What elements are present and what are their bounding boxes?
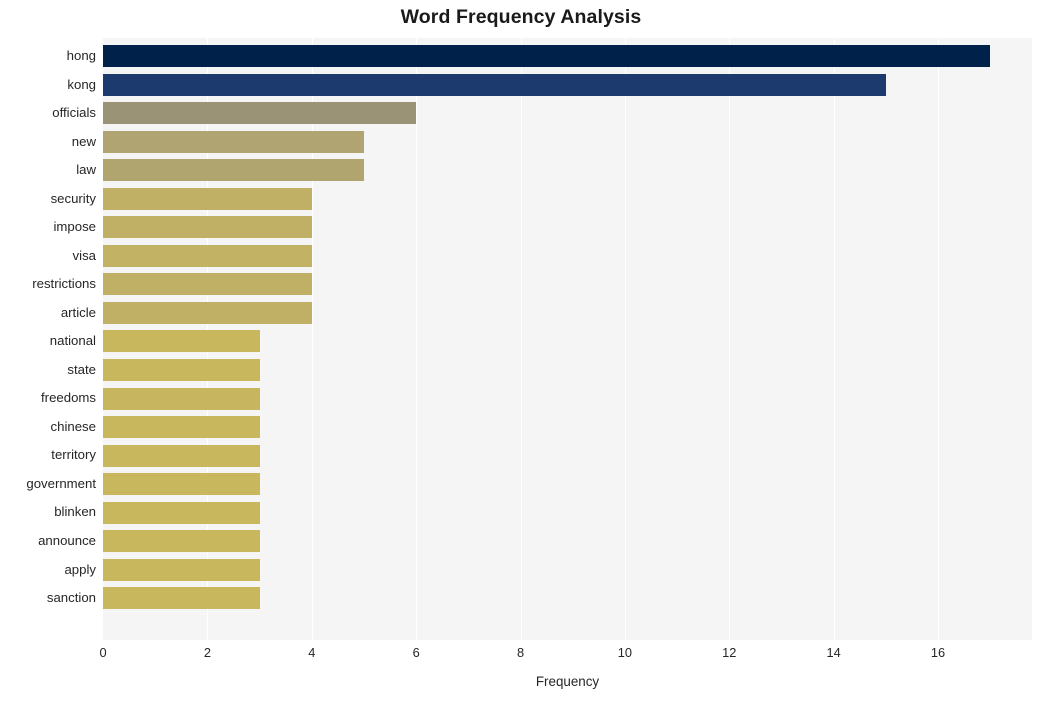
plot-area [103, 38, 1032, 640]
y-axis-tick-labels: hong kong officials new law security impose vis… [0, 38, 96, 640]
y-tick-label-sanction: sanction [46, 590, 96, 606]
x-tick-label-16: 16 [930, 645, 946, 660]
bar-row[interactable] [103, 556, 1032, 585]
x-tick-label-8: 8 [516, 645, 525, 660]
bar-row[interactable] [103, 498, 1032, 527]
y-tick-label-national: national [49, 333, 96, 349]
bar-row[interactable] [103, 42, 1032, 71]
bar-article[interactable] [103, 301, 312, 324]
bar-row[interactable] [103, 242, 1032, 271]
bar-state[interactable] [103, 359, 260, 382]
bar-row[interactable] [103, 71, 1032, 100]
y-tick-label-chinese: chinese [50, 418, 96, 434]
x-tick-label-0: 0 [99, 645, 107, 660]
bar-government[interactable] [103, 473, 260, 496]
y-tick-label-article: article [60, 304, 96, 320]
y-tick-label-hong: hong [66, 48, 96, 63]
bar-territory[interactable] [103, 444, 260, 467]
x-tick-label-6: 6 [412, 645, 420, 660]
y-tick-label-law: law [76, 162, 96, 178]
bar-row[interactable] [103, 270, 1032, 299]
bar-kong[interactable] [103, 73, 886, 96]
bar-national[interactable] [103, 330, 260, 353]
y-tick-label-state: state [67, 361, 96, 377]
bar-row[interactable] [103, 470, 1032, 499]
bar-restrictions[interactable] [103, 273, 312, 296]
chart-title: Word Frequency Analysis [400, 6, 642, 28]
x-tick-label-4: 4 [308, 645, 316, 660]
bar-officials[interactable] [103, 102, 417, 125]
bar-hong[interactable] [103, 45, 991, 68]
y-tick-label-announce: announce [38, 533, 96, 549]
bar-law[interactable] [103, 159, 364, 182]
bar-row[interactable] [103, 384, 1032, 413]
y-tick-label-new: new [71, 133, 96, 149]
x-tick-label-12: 12 [722, 645, 737, 660]
x-tick-label-2: 2 [203, 645, 211, 660]
y-tick-label-territory: territory [51, 447, 96, 463]
bar-row[interactable] [103, 213, 1032, 242]
x-axis-tick-labels: 0 2 4 6 8 10 12 14 16 [99, 645, 1032, 667]
bar-row[interactable] [103, 128, 1032, 157]
bars-container [103, 38, 1032, 640]
bar-row[interactable] [103, 441, 1032, 470]
bar-chinese[interactable] [103, 416, 260, 439]
bar-sanction[interactable] [103, 587, 260, 610]
bar-impose[interactable] [103, 216, 312, 239]
y-tick-label-security: security [50, 190, 96, 206]
bar-row[interactable] [103, 299, 1032, 328]
y-tick-label-government: government [26, 475, 96, 491]
bar-visa[interactable] [103, 244, 312, 267]
y-tick-label-blinken: blinken [54, 504, 96, 520]
y-tick-label-impose: impose [53, 219, 96, 235]
y-tick-label-apply: apply [64, 561, 96, 577]
bar-new[interactable] [103, 130, 364, 153]
y-tick-label-freedoms: freedoms [41, 390, 96, 406]
bar-row[interactable] [103, 527, 1032, 556]
bar-row[interactable] [103, 356, 1032, 385]
bar-blinken[interactable] [103, 501, 260, 524]
y-tick-label-kong: kong [67, 76, 96, 92]
bar-row[interactable] [103, 413, 1032, 442]
bar-apply[interactable] [103, 558, 260, 581]
bar-freedoms[interactable] [103, 387, 260, 410]
y-tick-label-restrictions: restrictions [32, 276, 96, 292]
x-tick-label-14: 14 [826, 645, 841, 660]
bar-row[interactable] [103, 185, 1032, 214]
y-tick-label-visa: visa [72, 247, 96, 263]
bar-row[interactable] [103, 327, 1032, 356]
bar-security[interactable] [103, 187, 312, 210]
bar-row[interactable] [103, 584, 1032, 613]
x-tick-label-10: 10 [617, 645, 633, 660]
bar-announce[interactable] [103, 530, 260, 553]
x-axis-title: Frequency [535, 674, 600, 689]
bar-row[interactable] [103, 156, 1032, 185]
y-tick-label-officials: officials [52, 105, 96, 121]
bar-row[interactable] [103, 99, 1032, 128]
word-frequency-chart: Word Frequency Analysis hong kong official… [0, 0, 1042, 701]
